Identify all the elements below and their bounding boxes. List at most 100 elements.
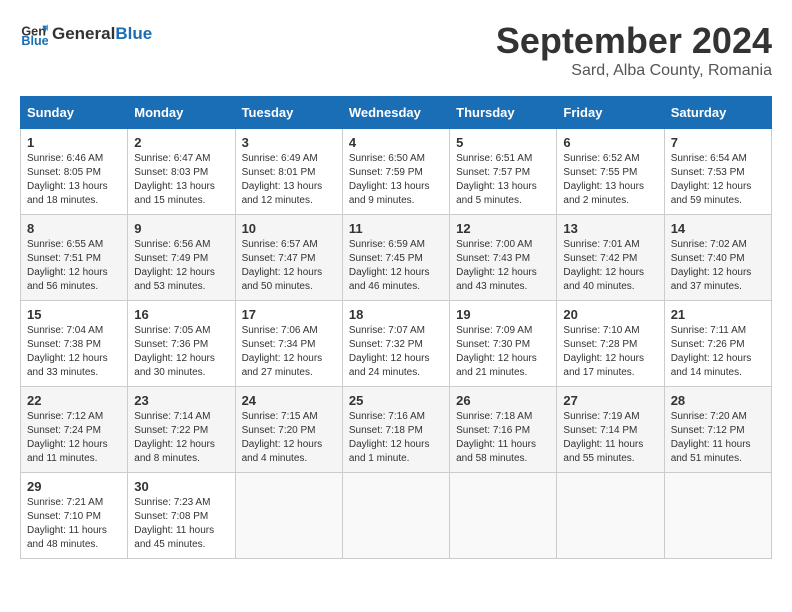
table-cell: 12 Sunrise: 7:00 AM Sunset: 7:43 PM Dayl… bbox=[450, 215, 557, 301]
svg-text:Blue: Blue bbox=[21, 34, 48, 48]
sunset: Sunset: 7:12 PM bbox=[671, 425, 745, 436]
day-number: 27 bbox=[563, 393, 657, 408]
daylight: Daylight: 12 hours and 1 minute. bbox=[349, 439, 430, 464]
sunrise: Sunrise: 7:19 AM bbox=[563, 411, 639, 422]
sunrise: Sunrise: 7:07 AM bbox=[349, 325, 425, 336]
sunset: Sunset: 7:43 PM bbox=[456, 253, 530, 264]
sunset: Sunset: 8:03 PM bbox=[134, 167, 208, 178]
sunrise: Sunrise: 7:14 AM bbox=[134, 411, 210, 422]
table-cell: 10 Sunrise: 6:57 AM Sunset: 7:47 PM Dayl… bbox=[235, 215, 342, 301]
daylight: Daylight: 12 hours and 33 minutes. bbox=[27, 353, 108, 378]
day-content: Sunrise: 6:47 AM Sunset: 8:03 PM Dayligh… bbox=[134, 152, 228, 208]
day-number: 20 bbox=[563, 307, 657, 322]
sunset: Sunset: 7:57 PM bbox=[456, 167, 530, 178]
daylight: Daylight: 12 hours and 14 minutes. bbox=[671, 353, 752, 378]
day-number: 24 bbox=[242, 393, 336, 408]
sunset: Sunset: 7:32 PM bbox=[349, 339, 423, 350]
day-content: Sunrise: 7:11 AM Sunset: 7:26 PM Dayligh… bbox=[671, 324, 765, 380]
daylight: Daylight: 11 hours and 48 minutes. bbox=[27, 525, 107, 550]
day-number: 18 bbox=[349, 307, 443, 322]
day-number: 17 bbox=[242, 307, 336, 322]
col-thursday: Thursday bbox=[450, 97, 557, 129]
table-cell: 17 Sunrise: 7:06 AM Sunset: 7:34 PM Dayl… bbox=[235, 301, 342, 387]
sunset: Sunset: 7:26 PM bbox=[671, 339, 745, 350]
daylight: Daylight: 12 hours and 59 minutes. bbox=[671, 181, 752, 206]
logo: Gen Blue GeneralBlue bbox=[20, 20, 152, 48]
day-content: Sunrise: 6:51 AM Sunset: 7:57 PM Dayligh… bbox=[456, 152, 550, 208]
day-content: Sunrise: 6:57 AM Sunset: 7:47 PM Dayligh… bbox=[242, 238, 336, 294]
daylight: Daylight: 12 hours and 4 minutes. bbox=[242, 439, 323, 464]
sunrise: Sunrise: 7:20 AM bbox=[671, 411, 747, 422]
sunset: Sunset: 7:53 PM bbox=[671, 167, 745, 178]
daylight: Daylight: 13 hours and 18 minutes. bbox=[27, 181, 108, 206]
day-number: 6 bbox=[563, 135, 657, 150]
calendar-title: September 2024 bbox=[496, 20, 772, 62]
day-content: Sunrise: 6:50 AM Sunset: 7:59 PM Dayligh… bbox=[349, 152, 443, 208]
sunrise: Sunrise: 6:59 AM bbox=[349, 239, 425, 250]
daylight: Daylight: 12 hours and 30 minutes. bbox=[134, 353, 215, 378]
daylight: Daylight: 12 hours and 8 minutes. bbox=[134, 439, 215, 464]
table-cell: 8 Sunrise: 6:55 AM Sunset: 7:51 PM Dayli… bbox=[21, 215, 128, 301]
day-content: Sunrise: 7:04 AM Sunset: 7:38 PM Dayligh… bbox=[27, 324, 121, 380]
sunset: Sunset: 7:47 PM bbox=[242, 253, 316, 264]
day-content: Sunrise: 6:55 AM Sunset: 7:51 PM Dayligh… bbox=[27, 238, 121, 294]
day-number: 13 bbox=[563, 221, 657, 236]
sunrise: Sunrise: 6:57 AM bbox=[242, 239, 318, 250]
day-number: 4 bbox=[349, 135, 443, 150]
day-content: Sunrise: 7:20 AM Sunset: 7:12 PM Dayligh… bbox=[671, 410, 765, 466]
sunrise: Sunrise: 6:56 AM bbox=[134, 239, 210, 250]
day-content: Sunrise: 7:15 AM Sunset: 7:20 PM Dayligh… bbox=[242, 410, 336, 466]
table-cell: 24 Sunrise: 7:15 AM Sunset: 7:20 PM Dayl… bbox=[235, 387, 342, 473]
day-number: 2 bbox=[134, 135, 228, 150]
sunset: Sunset: 8:05 PM bbox=[27, 167, 101, 178]
sunrise: Sunrise: 6:54 AM bbox=[671, 153, 747, 164]
table-cell: 7 Sunrise: 6:54 AM Sunset: 7:53 PM Dayli… bbox=[664, 129, 771, 215]
day-number: 8 bbox=[27, 221, 121, 236]
day-number: 29 bbox=[27, 479, 121, 494]
col-tuesday: Tuesday bbox=[235, 97, 342, 129]
day-content: Sunrise: 7:01 AM Sunset: 7:42 PM Dayligh… bbox=[563, 238, 657, 294]
daylight: Daylight: 12 hours and 46 minutes. bbox=[349, 267, 430, 292]
sunset: Sunset: 7:36 PM bbox=[134, 339, 208, 350]
sunset: Sunset: 7:22 PM bbox=[134, 425, 208, 436]
sunset: Sunset: 7:55 PM bbox=[563, 167, 637, 178]
calendar-header-row: Sunday Monday Tuesday Wednesday Thursday… bbox=[21, 97, 772, 129]
sunset: Sunset: 7:28 PM bbox=[563, 339, 637, 350]
table-cell: 4 Sunrise: 6:50 AM Sunset: 7:59 PM Dayli… bbox=[342, 129, 449, 215]
table-cell: 9 Sunrise: 6:56 AM Sunset: 7:49 PM Dayli… bbox=[128, 215, 235, 301]
table-cell: 1 Sunrise: 6:46 AM Sunset: 8:05 PM Dayli… bbox=[21, 129, 128, 215]
table-cell bbox=[557, 473, 664, 559]
table-cell: 15 Sunrise: 7:04 AM Sunset: 7:38 PM Dayl… bbox=[21, 301, 128, 387]
day-number: 11 bbox=[349, 221, 443, 236]
daylight: Daylight: 11 hours and 58 minutes. bbox=[456, 439, 536, 464]
sunrise: Sunrise: 7:02 AM bbox=[671, 239, 747, 250]
day-content: Sunrise: 7:09 AM Sunset: 7:30 PM Dayligh… bbox=[456, 324, 550, 380]
day-number: 21 bbox=[671, 307, 765, 322]
day-content: Sunrise: 6:52 AM Sunset: 7:55 PM Dayligh… bbox=[563, 152, 657, 208]
day-number: 9 bbox=[134, 221, 228, 236]
sunrise: Sunrise: 7:23 AM bbox=[134, 497, 210, 508]
daylight: Daylight: 12 hours and 56 minutes. bbox=[27, 267, 108, 292]
daylight: Daylight: 13 hours and 12 minutes. bbox=[242, 181, 323, 206]
daylight: Daylight: 12 hours and 21 minutes. bbox=[456, 353, 537, 378]
sunset: Sunset: 7:45 PM bbox=[349, 253, 423, 264]
day-content: Sunrise: 7:06 AM Sunset: 7:34 PM Dayligh… bbox=[242, 324, 336, 380]
col-sunday: Sunday bbox=[21, 97, 128, 129]
day-content: Sunrise: 7:16 AM Sunset: 7:18 PM Dayligh… bbox=[349, 410, 443, 466]
table-cell: 26 Sunrise: 7:18 AM Sunset: 7:16 PM Dayl… bbox=[450, 387, 557, 473]
table-cell bbox=[342, 473, 449, 559]
sunrise: Sunrise: 6:49 AM bbox=[242, 153, 318, 164]
table-cell: 16 Sunrise: 7:05 AM Sunset: 7:36 PM Dayl… bbox=[128, 301, 235, 387]
day-content: Sunrise: 7:12 AM Sunset: 7:24 PM Dayligh… bbox=[27, 410, 121, 466]
sunset: Sunset: 7:10 PM bbox=[27, 511, 101, 522]
sunrise: Sunrise: 7:18 AM bbox=[456, 411, 532, 422]
sunrise: Sunrise: 6:51 AM bbox=[456, 153, 532, 164]
page-header: Gen Blue GeneralBlue September 2024 Sard… bbox=[20, 20, 772, 80]
sunset: Sunset: 7:38 PM bbox=[27, 339, 101, 350]
sunset: Sunset: 7:16 PM bbox=[456, 425, 530, 436]
col-saturday: Saturday bbox=[664, 97, 771, 129]
day-content: Sunrise: 7:19 AM Sunset: 7:14 PM Dayligh… bbox=[563, 410, 657, 466]
daylight: Daylight: 12 hours and 27 minutes. bbox=[242, 353, 323, 378]
sunset: Sunset: 7:34 PM bbox=[242, 339, 316, 350]
sunrise: Sunrise: 6:55 AM bbox=[27, 239, 103, 250]
